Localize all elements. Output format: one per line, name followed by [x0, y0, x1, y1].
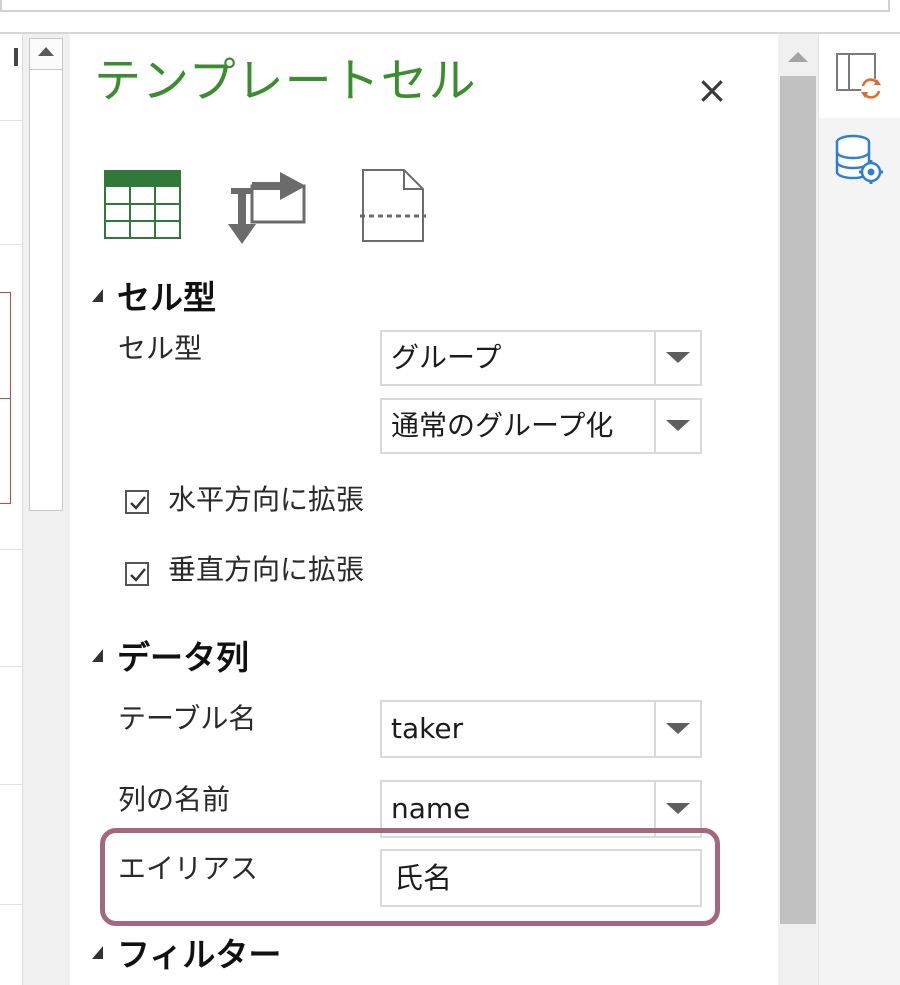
checkmark-icon: [130, 568, 146, 582]
grid-line: [0, 244, 22, 245]
collapse-triangle-icon: [92, 649, 103, 662]
dropdown-separator: [654, 702, 656, 756]
grid-line: [0, 120, 22, 121]
chevron-down-icon: [666, 723, 690, 734]
panel-vertical-scrollbar[interactable]: [778, 34, 818, 985]
swap-direction-icon: [228, 172, 306, 244]
cell-type-value: グループ: [391, 341, 502, 374]
dropdown-separator: [654, 332, 656, 384]
table-settings-button[interactable]: [104, 170, 182, 240]
cell-type-label: セル型: [118, 332, 203, 365]
panel-title: テンプレートセル: [94, 54, 477, 109]
alias-input[interactable]: 氏名: [380, 849, 702, 907]
expand-vertical-checkbox[interactable]: [125, 562, 149, 586]
chevron-down-icon: [666, 803, 690, 814]
collapse-triangle-icon: [92, 289, 103, 302]
cell-type-dropdown[interactable]: グループ: [380, 330, 702, 386]
expand-horizontal-label[interactable]: 水平方向に拡張: [168, 486, 364, 514]
close-button[interactable]: ×: [692, 70, 732, 110]
section-filter-heading[interactable]: フィルター: [92, 938, 281, 971]
section-heading-text: データ列: [117, 638, 249, 677]
data-source-tab[interactable]: [833, 134, 889, 190]
column-resize-handle[interactable]: [14, 48, 18, 66]
scroll-up-arrow-icon[interactable]: [788, 52, 808, 62]
section-cell-type-heading[interactable]: セル型: [92, 281, 216, 314]
top-toolbar-edge: [0, 0, 890, 12]
side-tab-strip: [818, 34, 900, 985]
direction-button[interactable]: [226, 166, 310, 246]
grid-line: [0, 904, 22, 905]
chevron-down-icon: [666, 420, 690, 431]
column-name-label: 列の名前: [118, 783, 231, 816]
grid-line: [0, 666, 22, 667]
database-settings-icon: [835, 134, 883, 184]
checkmark-icon: [130, 496, 146, 510]
grid-line: [0, 784, 22, 785]
table-name-dropdown[interactable]: taker: [380, 700, 702, 758]
table-icon: [104, 170, 181, 239]
close-icon: ×: [696, 68, 728, 112]
spreadsheet-edge: [0, 34, 23, 985]
expand-horizontal-checkbox[interactable]: [125, 490, 149, 514]
sheet-vertical-scrollbar[interactable]: [22, 34, 72, 985]
grouping-mode-value: 通常のグループ化: [391, 409, 614, 442]
grid-line: [0, 549, 22, 550]
section-heading-text: フィルター: [117, 935, 282, 974]
collapse-triangle-icon: [92, 946, 103, 959]
table-name-value: taker: [391, 712, 464, 745]
alias-value: 氏名: [394, 861, 453, 895]
template-cell-refresh-icon: [836, 53, 881, 99]
alias-label: エイリアス: [118, 852, 259, 885]
scroll-up-arrow-icon: [38, 47, 54, 56]
page-break-button[interactable]: [360, 168, 426, 244]
template-cell-tab[interactable]: [819, 34, 900, 118]
section-data-column-heading[interactable]: データ列: [92, 641, 249, 674]
chevron-down-icon: [666, 352, 690, 363]
dropdown-separator: [654, 400, 656, 452]
page-break-icon: [360, 169, 426, 242]
expand-vertical-label[interactable]: 垂直方向に拡張: [168, 556, 364, 584]
section-heading-text: セル型: [117, 278, 216, 317]
grouping-mode-dropdown[interactable]: 通常のグループ化: [380, 398, 702, 454]
scrollbar-thumb[interactable]: [29, 69, 63, 511]
scrollbar-thumb[interactable]: [780, 76, 816, 924]
selected-cell-divider: [0, 398, 10, 399]
scroll-up-button[interactable]: [29, 38, 63, 70]
table-name-label: テーブル名: [118, 702, 257, 735]
